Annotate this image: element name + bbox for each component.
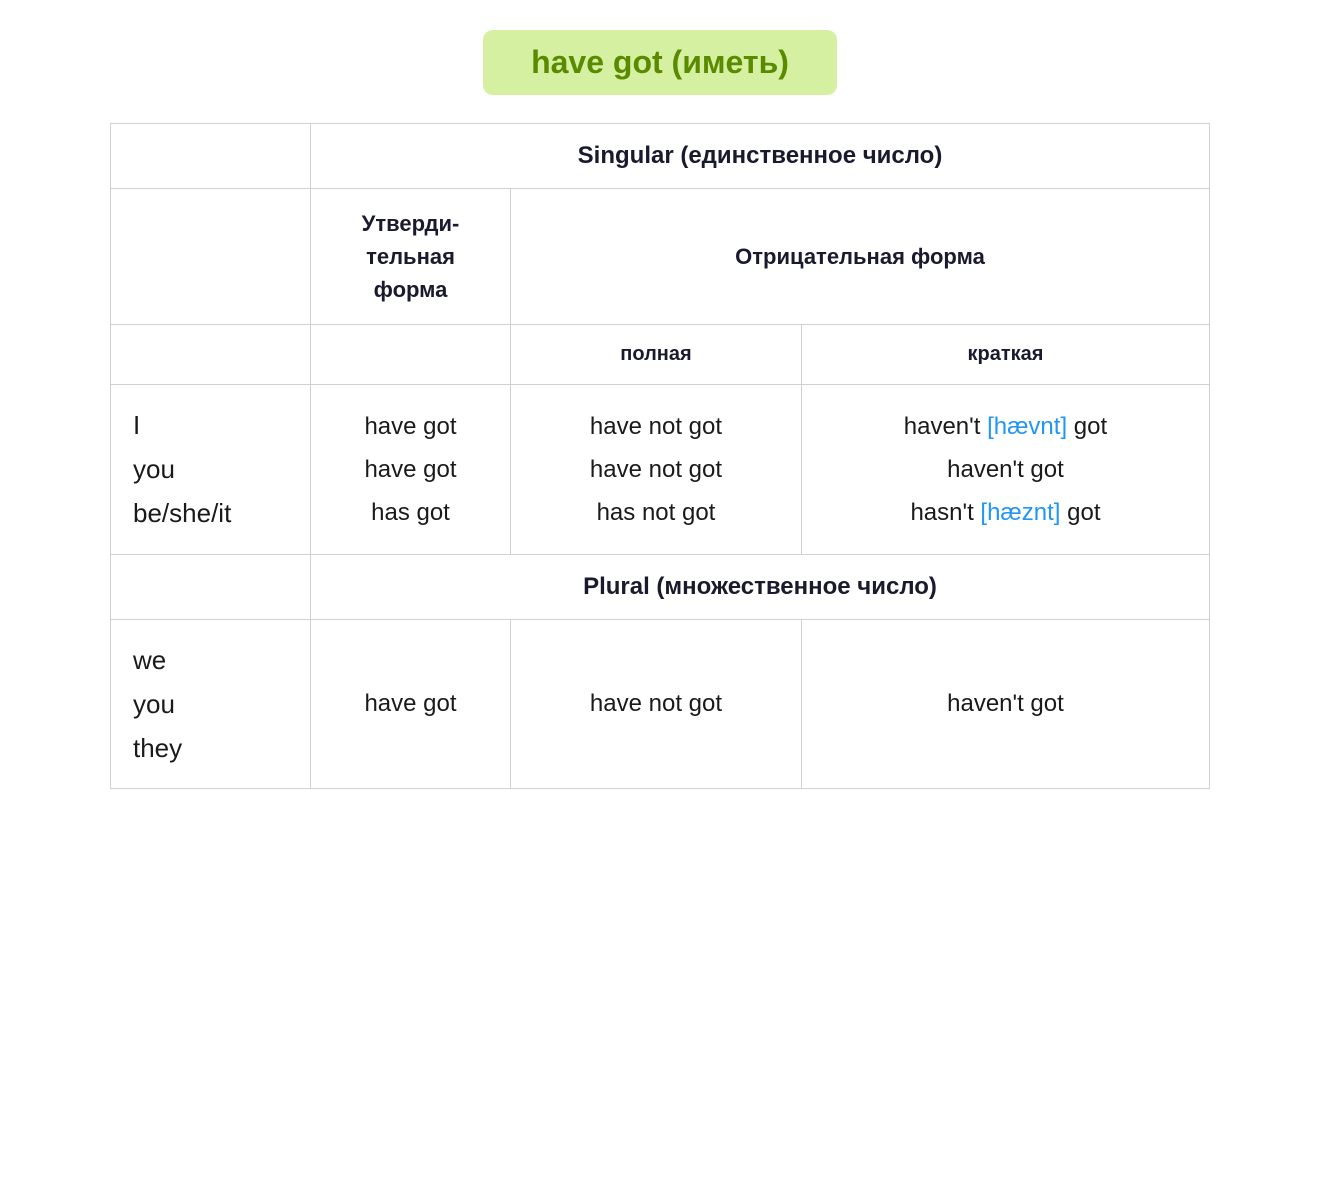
singular-neg-short-cell: haven't [hævnt] got haven't got hasn't [… [801, 385, 1209, 555]
short-havent-2: haven't got [947, 456, 1064, 483]
plural-forms-row: weyouthey have got have not got haven't … [111, 619, 1210, 789]
title-badge: have got (иметь) [483, 30, 837, 95]
full-sub-header: полная [511, 325, 802, 385]
singular-forms-row: Iyoube/she/it have gothave gothas got ha… [111, 385, 1210, 555]
phonetic-3: [hæznt] [980, 499, 1060, 526]
short-havent-1: haven't [904, 413, 987, 440]
empty-cell-plural [111, 554, 311, 619]
column-headers-row: Утверди-тельнаяформа Отрицательная форма [111, 189, 1210, 325]
grammar-table: Singular (единственное число) Утверди-те… [110, 123, 1210, 789]
empty-cell-3 [111, 325, 311, 385]
plural-affirm-cell: have got [311, 619, 511, 789]
empty-cell-affirm-sub [311, 325, 511, 385]
short-hasnt-3: hasn't [910, 499, 980, 526]
neg-header-cell: Отрицательная форма [511, 189, 1210, 325]
page-container: have got (иметь) Singular (единственное … [110, 30, 1210, 789]
plural-neg-full-cell: have not got [511, 619, 802, 789]
empty-corner-cell [111, 124, 311, 189]
singular-affirm-cell: have gothave gothas got [311, 385, 511, 555]
plural-header-row: Plural (множественное число) [111, 554, 1210, 619]
plural-header-cell: Plural (множественное число) [311, 554, 1210, 619]
short-sub-header: краткая [801, 325, 1209, 385]
plural-pronouns-cell: weyouthey [111, 619, 311, 789]
plural-neg-short-cell: haven't got [801, 619, 1209, 789]
singular-neg-full-cell: have not gothave not gothas not got [511, 385, 802, 555]
short-got-3: got [1060, 499, 1100, 526]
phonetic-1: [hævnt] [987, 413, 1067, 440]
empty-cell-2 [111, 189, 311, 325]
short-got-1: got [1067, 413, 1107, 440]
singular-pronouns-cell: Iyoube/she/it [111, 385, 311, 555]
singular-header-row: Singular (единственное число) [111, 124, 1210, 189]
singular-header-cell: Singular (единственное число) [311, 124, 1210, 189]
title-text: have got (иметь) [531, 44, 789, 80]
affirm-header-cell: Утверди-тельнаяформа [311, 189, 511, 325]
sub-headers-row: полная краткая [111, 325, 1210, 385]
